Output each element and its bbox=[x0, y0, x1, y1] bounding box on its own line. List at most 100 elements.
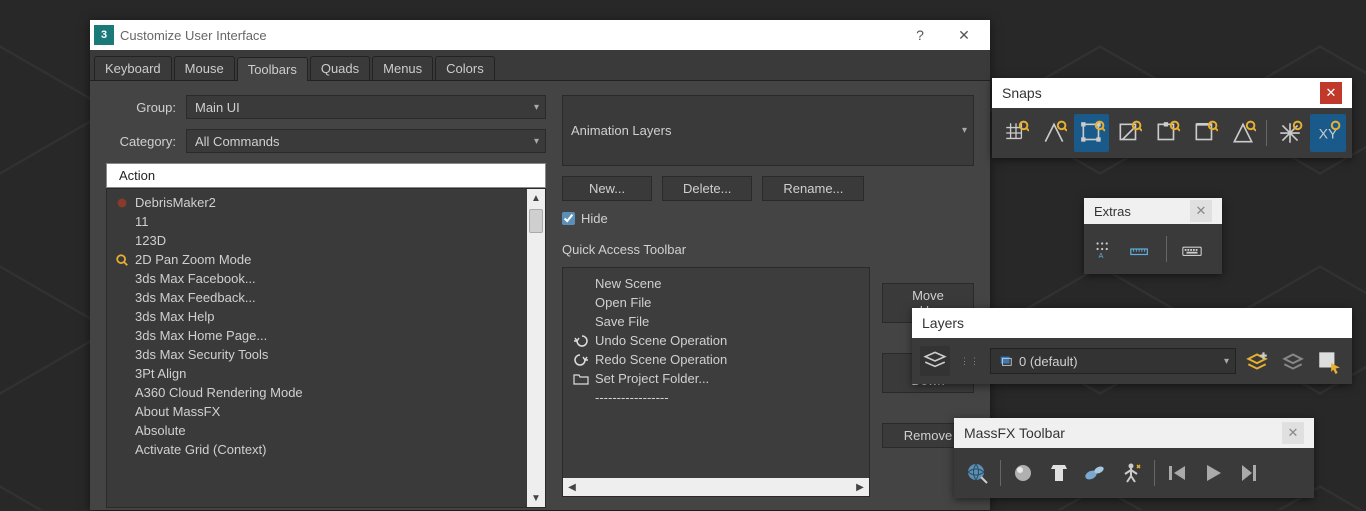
pan-zoom-icon bbox=[115, 253, 129, 267]
scrollbar[interactable]: ▲ ▼ bbox=[527, 189, 545, 507]
list-item[interactable]: Undo Scene Operation bbox=[567, 331, 865, 350]
snap-vertex-icon[interactable] bbox=[1074, 114, 1110, 152]
list-item[interactable]: About MassFX bbox=[107, 402, 527, 421]
list-item[interactable]: 3Pt Align bbox=[107, 364, 527, 383]
list-item[interactable]: Redo Scene Operation bbox=[567, 350, 865, 369]
snap-edge-icon[interactable] bbox=[1187, 114, 1223, 152]
list-item[interactable]: 3ds Max Home Page... bbox=[107, 326, 527, 345]
tab-toolbars[interactable]: Toolbars bbox=[237, 57, 308, 81]
layer-dropdown[interactable]: 0 (default) bbox=[990, 348, 1236, 374]
toolbar-dropdown[interactable]: Animation Layers bbox=[562, 95, 974, 166]
tab-keyboard[interactable]: Keyboard bbox=[94, 56, 172, 80]
world-icon[interactable] bbox=[960, 456, 994, 490]
snap-xy-icon[interactable]: XY bbox=[1310, 114, 1346, 152]
titlebar[interactable]: 3 Customize User Interface ? ✕ bbox=[90, 20, 990, 50]
measure-icon[interactable] bbox=[1126, 235, 1154, 263]
list-item[interactable]: 3ds Max Facebook... bbox=[107, 269, 527, 288]
group-dropdown[interactable]: Main UI bbox=[186, 95, 546, 119]
rigidbody-icon[interactable] bbox=[1006, 456, 1040, 490]
scroll-thumb[interactable] bbox=[529, 209, 543, 233]
layers-toolbar[interactable]: Layers ⋮⋮ 0 (default) bbox=[912, 308, 1352, 384]
ragdoll-icon[interactable] bbox=[1114, 456, 1148, 490]
list-item[interactable]: 11 bbox=[107, 212, 527, 231]
close-icon[interactable]: ✕ bbox=[1320, 82, 1342, 104]
snaps-titlebar[interactable]: Snaps ✕ bbox=[992, 78, 1352, 108]
scroll-left-icon[interactable]: ◀ bbox=[563, 478, 581, 496]
snap-midpoint-icon[interactable] bbox=[1149, 114, 1185, 152]
list-item[interactable]: DebrisMaker2 bbox=[107, 193, 527, 212]
close-icon[interactable]: ✕ bbox=[1190, 200, 1212, 222]
snap-grid-icon[interactable] bbox=[998, 114, 1034, 152]
group-label: Group: bbox=[106, 100, 176, 115]
list-item[interactable]: 3ds Max Help bbox=[107, 307, 527, 326]
category-label: Category: bbox=[106, 134, 176, 149]
scroll-right-icon[interactable]: ▶ bbox=[851, 478, 869, 496]
svg-text:A: A bbox=[1099, 251, 1104, 260]
snap-face-icon[interactable] bbox=[1225, 114, 1261, 152]
hide-checkbox[interactable]: Hide bbox=[562, 211, 974, 226]
help-button[interactable]: ? bbox=[898, 20, 942, 50]
snap-frozen-icon[interactable] bbox=[1272, 114, 1308, 152]
list-item[interactable]: ----------------- bbox=[567, 388, 865, 407]
list-item[interactable]: Open File bbox=[567, 293, 865, 312]
hscrollbar[interactable]: ◀ ▶ bbox=[563, 478, 869, 496]
separator bbox=[1162, 230, 1170, 268]
scroll-up-icon[interactable]: ▲ bbox=[527, 189, 545, 207]
tab-quads[interactable]: Quads bbox=[310, 56, 370, 80]
step-sim-icon[interactable] bbox=[1232, 456, 1266, 490]
constraint-icon[interactable] bbox=[1078, 456, 1112, 490]
close-button[interactable]: ✕ bbox=[942, 20, 986, 50]
rename-button[interactable]: Rename... bbox=[762, 176, 864, 201]
layer-icon bbox=[999, 354, 1013, 368]
massfx-titlebar[interactable]: MassFX Toolbar ✕ bbox=[954, 418, 1314, 448]
tab-colors[interactable]: Colors bbox=[435, 56, 495, 80]
qat-list: New Scene Open File Save File Undo Scene… bbox=[562, 267, 870, 497]
list-item[interactable]: A360 Cloud Rendering Mode bbox=[107, 383, 527, 402]
snap-pivot-icon[interactable] bbox=[1036, 114, 1072, 152]
list-item[interactable]: New Scene bbox=[567, 274, 865, 293]
list-item[interactable]: 123D bbox=[107, 231, 527, 250]
hide-checkbox-input[interactable] bbox=[562, 212, 575, 225]
new-button[interactable]: New... bbox=[562, 176, 652, 201]
action-header[interactable]: Action bbox=[106, 163, 546, 188]
toolbar-dropdown-value: Animation Layers bbox=[571, 123, 671, 138]
list-item[interactable]: Set Project Folder... bbox=[567, 369, 865, 388]
list-item[interactable]: Save File bbox=[567, 312, 865, 331]
undo-icon bbox=[573, 333, 589, 349]
list-item[interactable]: 3ds Max Security Tools bbox=[107, 345, 527, 364]
hide-label: Hide bbox=[581, 211, 608, 226]
separator bbox=[1263, 114, 1271, 152]
layers-titlebar[interactable]: Layers bbox=[912, 308, 1352, 338]
reset-sim-icon[interactable] bbox=[1160, 456, 1194, 490]
delete-button[interactable]: Delete... bbox=[662, 176, 752, 201]
array-icon[interactable]: A bbox=[1090, 235, 1118, 263]
cloth-icon[interactable] bbox=[1042, 456, 1076, 490]
category-dropdown[interactable]: All Commands bbox=[186, 129, 546, 153]
extras-toolbar[interactable]: Extras ✕ A bbox=[1084, 198, 1222, 274]
scroll-down-icon[interactable]: ▼ bbox=[527, 489, 545, 507]
separator bbox=[996, 454, 1004, 492]
grip-icon[interactable]: ⋮⋮ bbox=[956, 356, 984, 367]
layer-explorer-icon[interactable] bbox=[920, 346, 950, 376]
list-item[interactable]: Activate Grid (Context) bbox=[107, 440, 527, 459]
redo-icon bbox=[573, 352, 589, 368]
snap-endpoint-icon[interactable] bbox=[1111, 114, 1147, 152]
tab-mouse[interactable]: Mouse bbox=[174, 56, 235, 80]
new-layer-icon[interactable] bbox=[1242, 346, 1272, 376]
tab-menus[interactable]: Menus bbox=[372, 56, 433, 80]
add-to-layer-icon[interactable] bbox=[1278, 346, 1308, 376]
list-item[interactable]: 2D Pan Zoom Mode bbox=[107, 250, 527, 269]
list-item[interactable]: 3ds Max Feedback... bbox=[107, 288, 527, 307]
select-layer-icon[interactable] bbox=[1314, 346, 1344, 376]
layers-title: Layers bbox=[922, 315, 964, 331]
play-sim-icon[interactable] bbox=[1196, 456, 1230, 490]
list-item[interactable]: Absolute bbox=[107, 421, 527, 440]
extras-titlebar[interactable]: Extras ✕ bbox=[1084, 198, 1222, 224]
keyboard-icon[interactable] bbox=[1178, 235, 1206, 263]
snaps-toolbar[interactable]: Snaps ✕ XY bbox=[992, 78, 1352, 158]
dialog-title: Customize User Interface bbox=[120, 28, 898, 43]
group-value: Main UI bbox=[195, 100, 240, 115]
massfx-toolbar[interactable]: MassFX Toolbar ✕ bbox=[954, 418, 1314, 498]
debris-icon bbox=[115, 196, 129, 210]
close-icon[interactable]: ✕ bbox=[1282, 422, 1304, 444]
